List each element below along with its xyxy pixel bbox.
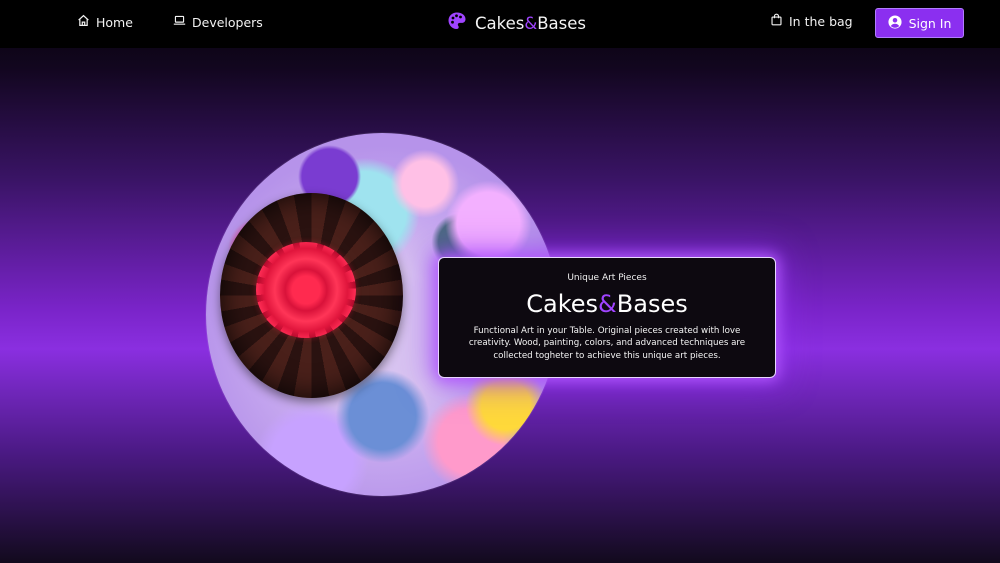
sign-in-label: Sign In <box>908 15 952 31</box>
brand-logo[interactable]: Cakes&Bases <box>447 11 586 35</box>
nav-developers-label: Developers <box>192 14 263 30</box>
nav-home-link[interactable]: Home <box>77 14 133 30</box>
brand-name-part1: Cakes <box>475 13 525 33</box>
hero-eyebrow: Unique Art Pieces <box>567 273 647 283</box>
home-icon <box>77 14 90 30</box>
brand-name-part2: Bases <box>537 13 587 33</box>
user-circle-icon <box>888 14 902 32</box>
hero-title: Cakes&Bases <box>439 290 775 318</box>
hero-title-part1: Cakes <box>526 290 599 318</box>
nav-home-label: Home <box>96 14 133 30</box>
hero-title-ampersand: & <box>598 290 617 318</box>
brand-name: Cakes&Bases <box>475 14 586 33</box>
top-navbar: Home Developers Cakes&Bases In the bag S… <box>0 0 1000 48</box>
hero-description: Functional Art in your Table. Original p… <box>468 326 746 361</box>
hero-title-part2: Bases <box>616 290 688 318</box>
nav-developers-link[interactable]: Developers <box>173 14 263 30</box>
hero-card: Unique Art Pieces Cakes&Bases Functional… <box>438 257 776 378</box>
red-flower-decoration <box>256 242 356 338</box>
palette-icon <box>447 11 467 35</box>
laptop-icon <box>173 14 186 30</box>
sign-in-button[interactable]: Sign In <box>875 8 964 38</box>
nav-bag-link[interactable]: In the bag <box>770 13 853 29</box>
shopping-bag-icon <box>770 13 783 29</box>
brand-ampersand: & <box>524 13 538 33</box>
nav-bag-label: In the bag <box>789 13 853 29</box>
